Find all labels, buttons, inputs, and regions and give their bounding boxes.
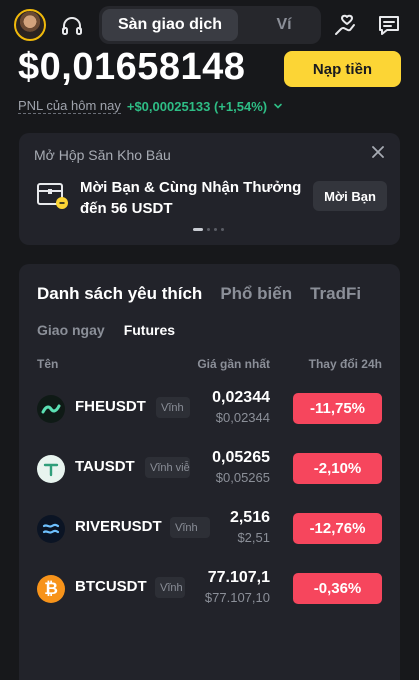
subtab-futures[interactable]: Futures	[124, 322, 175, 338]
treasure-box-icon	[37, 183, 68, 209]
column-last-price[interactable]: Giá gần nhất	[197, 357, 270, 371]
avatar[interactable]	[14, 9, 46, 41]
promo-banner[interactable]: Mở Hộp Săn Kho Báu Mời Bạn & Cùng Nhận T…	[19, 133, 400, 245]
change-badge[interactable]: -2,10%	[293, 453, 382, 484]
change-badge[interactable]: -12,76%	[293, 513, 382, 544]
pnl-label: PNL của hôm nay	[18, 98, 121, 114]
tab-exchange[interactable]: Sàn giao dịch	[102, 9, 238, 41]
perpetual-tag: Vĩnh	[155, 577, 185, 598]
invite-button[interactable]: Mời Bạn	[313, 181, 387, 211]
carousel-dot	[207, 228, 210, 231]
chevron-down-icon[interactable]	[273, 101, 283, 111]
total-balance: $0,01658148	[18, 46, 246, 88]
bitcoin-icon: ₿	[37, 575, 65, 603]
promo-title: Mở Hộp Săn Kho Báu	[34, 147, 171, 163]
tau-coin-icon	[37, 455, 65, 483]
fhe-coin-icon	[37, 395, 65, 423]
symbol: BTCUSDT	[75, 578, 147, 595]
symbol: RIVERUSDT	[75, 518, 162, 535]
market-row-btcusdt[interactable]: ₿ BTCUSDT Vĩnh 77.107,1 $77.107,10 -0,36…	[19, 566, 400, 616]
tab-tradfi[interactable]: TradFi	[310, 284, 361, 304]
perpetual-tag: Vĩnh viễn	[145, 457, 190, 478]
mode-segmented-control: Sàn giao dịch Ví	[99, 6, 321, 44]
last-price: 0,02344	[212, 389, 270, 406]
change-badge[interactable]: -0,36%	[293, 573, 382, 604]
carousel-dot	[221, 228, 224, 231]
tab-popular[interactable]: Phổ biến	[220, 284, 292, 304]
tab-wallet[interactable]: Ví	[249, 6, 319, 44]
perpetual-tag: Vĩnh	[170, 517, 210, 538]
pnl-value: +$0,00025133 (+1,54%)	[126, 98, 268, 114]
last-price: 2,516	[229, 509, 270, 526]
price-usd: $0,05265	[215, 470, 270, 485]
hand-heart-icon[interactable]	[333, 12, 359, 38]
column-name: Tên	[37, 357, 59, 371]
market-row-fheusdt[interactable]: FHEUSDT Vĩnh 0,02344 $0,02344 -11,75%	[19, 386, 400, 436]
price-usd: $0,02344	[215, 410, 270, 425]
subtab-spot[interactable]: Giao ngay	[37, 322, 105, 338]
market-subtabs: Giao ngay Futures	[37, 322, 175, 338]
headset-icon[interactable]	[60, 14, 84, 38]
change-badge[interactable]: -11,75%	[293, 393, 382, 424]
promo-text: Mời Bạn & Cùng Nhận Thưởng đến 56 USDT	[80, 179, 302, 217]
deposit-button[interactable]: Nạp tiền	[284, 51, 401, 87]
tab-favorites[interactable]: Danh sách yêu thích	[37, 284, 202, 304]
market-row-tausdt[interactable]: TAUSDT Vĩnh viễn 0,05265 $0,05265 -2,10%	[19, 446, 400, 496]
column-change-24h[interactable]: Thay đổi 24h	[309, 357, 382, 371]
perpetual-tag: Vĩnh	[156, 397, 190, 418]
price-usd: $2,51	[237, 530, 270, 545]
symbol: TAUSDT	[75, 458, 135, 475]
river-coin-icon	[37, 515, 65, 543]
price-usd: $77.107,10	[204, 590, 270, 605]
pnl-summary[interactable]: PNL của hôm nay +$0,00025133 (+1,54%)	[18, 98, 283, 114]
carousel-dot-active	[193, 228, 203, 231]
last-price: 0,05265	[212, 449, 270, 466]
market-row-riverusdt[interactable]: RIVERUSDT Vĩnh 2,516 $2,51 -12,76%	[19, 506, 400, 556]
close-icon[interactable]	[370, 144, 386, 160]
symbol: FHEUSDT	[75, 398, 146, 415]
top-bar: Sàn giao dịch Ví	[0, 6, 419, 46]
market-list-card: Danh sách yêu thích Phổ biến TradFi Giao…	[19, 264, 400, 680]
carousel-indicator	[193, 228, 224, 231]
market-tabs: Danh sách yêu thích Phổ biến TradFi	[37, 284, 361, 304]
last-price: 77.107,1	[207, 569, 270, 586]
chat-icon[interactable]	[376, 12, 402, 38]
carousel-dot	[214, 228, 217, 231]
